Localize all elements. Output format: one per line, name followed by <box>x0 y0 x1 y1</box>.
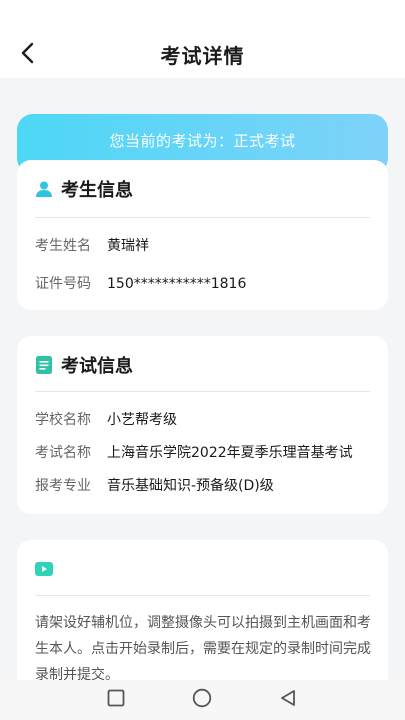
info-row-id-number: 证件号码 150***********1816 <box>35 274 374 294</box>
circle-icon <box>192 688 212 712</box>
row-value: 音乐基础知识-预备级(D)级 <box>107 478 274 494</box>
top-bar: 考试详情 <box>0 0 405 78</box>
row-label: 报考专业 <box>35 478 91 494</box>
row-label: 考试名称 <box>35 445 91 461</box>
row-label: 考生姓名 <box>35 238 91 254</box>
info-row-name: 考生姓名 黄瑞祥 <box>35 236 374 256</box>
row-label: 学校名称 <box>35 412 91 428</box>
exam-info-header: 考试信息 <box>35 350 133 380</box>
exam-type-text: 您当前的考试为：正式考试 <box>109 132 296 150</box>
row-label: 证件号码 <box>35 276 91 292</box>
divider <box>35 217 370 218</box>
user-icon <box>35 180 53 198</box>
square-icon <box>107 689 125 711</box>
recording-notice-card: 请架设好辅机位，调整摄像头可以拍摄到主机画面和考生本人。点击开始录制后，需要在规… <box>17 540 388 700</box>
video-camera-icon <box>35 560 53 578</box>
candidate-info-title: 考生信息 <box>61 180 133 201</box>
row-value: 小艺帮考级 <box>107 412 177 428</box>
candidate-info-card: 考生信息 考生姓名 黄瑞祥 证件号码 150***********1816 <box>17 160 388 310</box>
divider <box>35 391 370 392</box>
row-value: 黄瑞祥 <box>107 238 149 254</box>
exam-info-card: 考试信息 学校名称 小艺帮考级 考试名称 上海音乐学院2022年夏季乐理音基考试… <box>17 336 388 514</box>
exam-info-title: 考试信息 <box>61 356 133 377</box>
page-title: 考试详情 <box>160 44 245 68</box>
recording-notice-header <box>35 554 61 584</box>
divider <box>35 595 370 596</box>
info-row-major: 报考专业 音乐基础知识-预备级(D)级 <box>35 476 374 496</box>
document-icon <box>35 356 53 374</box>
row-value: 150***********1816 <box>107 276 247 292</box>
recording-notice-text: 请架设好辅机位，调整摄像头可以拍摄到主机画面和考生本人。点击开始录制后，需要在规… <box>35 615 371 683</box>
candidate-info-header: 考生信息 <box>35 174 133 204</box>
system-back-button[interactable] <box>276 688 300 712</box>
triangle-back-icon <box>279 689 297 711</box>
recent-apps-button[interactable] <box>104 688 128 712</box>
row-value: 上海音乐学院2022年夏季乐理音基考试 <box>107 445 353 461</box>
info-row-school: 学校名称 小艺帮考级 <box>35 410 374 430</box>
home-button[interactable] <box>190 688 214 712</box>
info-row-exam-name: 考试名称 上海音乐学院2022年夏季乐理音基考试 <box>35 443 374 463</box>
system-navigation-bar <box>0 680 405 720</box>
